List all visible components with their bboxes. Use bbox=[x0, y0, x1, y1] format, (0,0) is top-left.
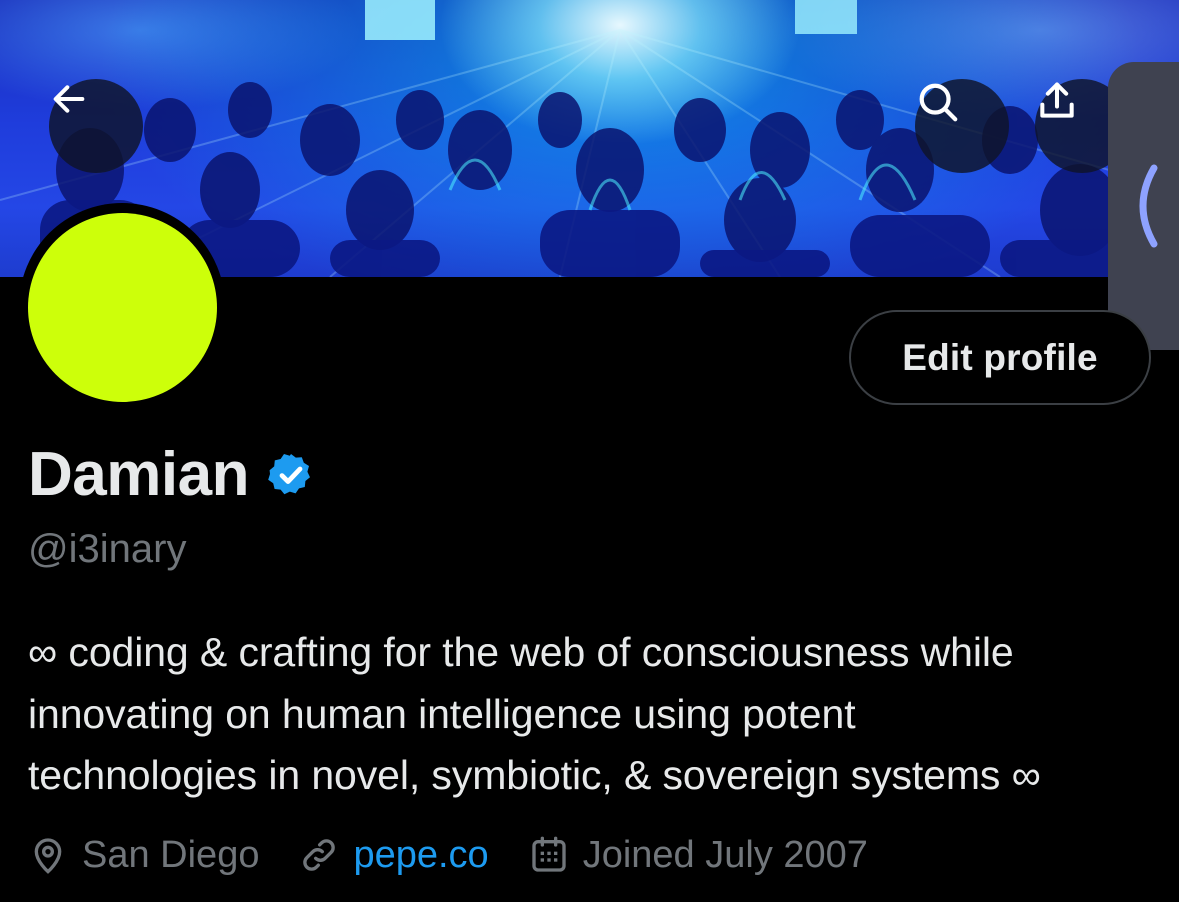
website-link[interactable]: pepe.co bbox=[353, 834, 488, 877]
bio-line: ∞ coding & crafting for the web of consc… bbox=[28, 629, 1014, 675]
website-item[interactable]: pepe.co bbox=[299, 834, 489, 877]
link-icon bbox=[303, 839, 336, 871]
profile-bio: ∞ coding & crafting for the web of consc… bbox=[28, 622, 1158, 807]
bio-line: innovating on human intelligence using p… bbox=[28, 690, 856, 737]
search-icon bbox=[919, 83, 958, 122]
edit-profile-button[interactable]: Edit profile bbox=[849, 310, 1151, 405]
back-button[interactable] bbox=[49, 79, 143, 173]
joined-item: Joined July 2007 bbox=[529, 834, 868, 877]
profile-meta-row: San Diego pepe.co Joined July 2007 bbox=[28, 828, 908, 882]
name-row: Damian bbox=[28, 440, 315, 510]
chevron-left-icon bbox=[1139, 164, 1158, 248]
avatar[interactable] bbox=[28, 213, 217, 402]
profile-page: Edit profile Damian @i3inary ∞ coding & … bbox=[0, 0, 1179, 902]
search-button[interactable] bbox=[915, 79, 1009, 173]
bio-line: technologies in novel, symbiotic, & sove… bbox=[28, 752, 1041, 798]
joined-date: Joined July 2007 bbox=[582, 833, 868, 876]
username-handle: @i3inary bbox=[28, 527, 187, 571]
location-item: San Diego bbox=[28, 834, 259, 877]
display-name: Damian bbox=[28, 440, 249, 509]
calendar-icon bbox=[532, 836, 566, 872]
side-drawer-handle[interactable] bbox=[1108, 62, 1179, 350]
verified-badge-icon[interactable] bbox=[267, 451, 315, 499]
location-text: San Diego bbox=[82, 833, 260, 876]
arrow-left-icon bbox=[53, 85, 85, 113]
share-icon bbox=[1040, 82, 1074, 118]
location-pin-icon bbox=[34, 838, 62, 874]
